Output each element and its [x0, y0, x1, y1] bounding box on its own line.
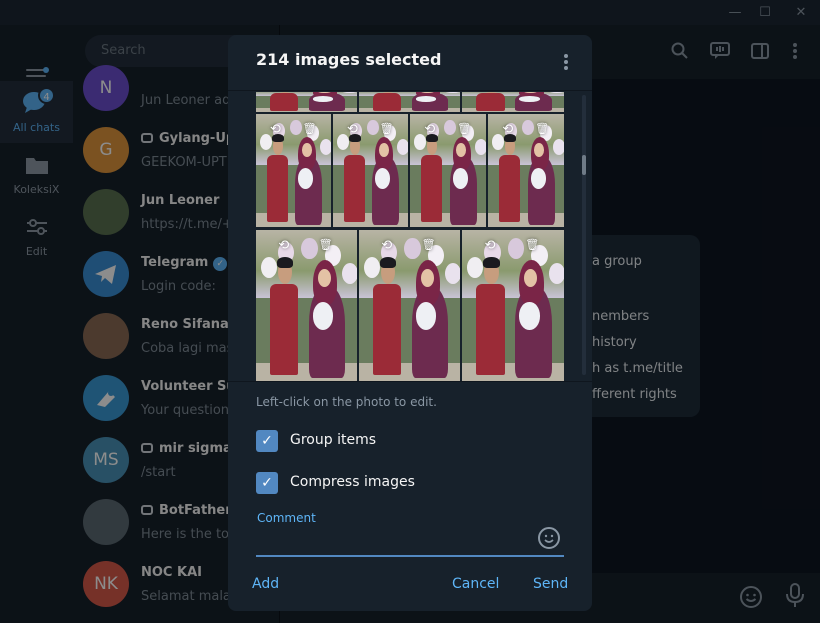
rotate-icon[interactable]: ⟲ — [381, 238, 392, 253]
trash-icon[interactable]: 🗑 — [319, 238, 333, 251]
divider — [228, 90, 592, 91]
cancel-button[interactable]: Cancel — [452, 576, 499, 592]
photo-detail — [343, 154, 365, 223]
photo-thumbnail[interactable]: ⟲ 🗑 — [462, 230, 564, 381]
comment-input[interactable] — [256, 527, 564, 557]
trash-icon[interactable]: 🗑 — [457, 122, 471, 135]
trash-icon[interactable]: 🗑 — [525, 238, 539, 251]
photo-detail — [319, 138, 331, 155]
photo-detail — [277, 257, 294, 268]
photo-detail — [341, 263, 357, 285]
photo-detail — [266, 154, 288, 223]
photo-detail — [519, 302, 540, 330]
group-items-option[interactable]: ✓ Group items — [256, 428, 556, 454]
photo-detail — [380, 257, 397, 268]
photo-thumbnail[interactable] — [462, 92, 564, 112]
photo-detail — [519, 96, 540, 102]
photo-detail — [373, 284, 402, 375]
photo-thumbnail[interactable]: ⟲ 🗑 — [359, 230, 460, 381]
photo-detail — [289, 119, 302, 136]
photo-detail — [298, 168, 313, 189]
rotate-icon[interactable]: ⟲ — [270, 122, 281, 137]
image-grid: ⟲ 🗑 ⟲ 🗑 ⟲ 🗑 ⟲ 🗑 ⟲ 🗑 ⟲ 🗑 ⟲ 🗑 — [256, 92, 564, 381]
photo-thumbnail[interactable]: ⟲ 🗑 — [410, 114, 486, 227]
photo-detail — [375, 168, 390, 189]
photo-detail — [420, 269, 434, 288]
photo-detail — [301, 143, 312, 157]
send-button[interactable]: Send — [533, 576, 568, 592]
dialog-menu-icon[interactable] — [560, 54, 572, 72]
photo-thumbnail[interactable]: ⟲ 🗑 — [256, 114, 331, 227]
send-images-dialog: 214 images selected ⟲ 🗑 ⟲ 🗑 ⟲ 🗑 ⟲ 🗑 ⟲ 🗑 ⟲ 🗑 ⟲ 🗑 Left-… — [228, 35, 592, 611]
photo-thumbnail[interactable]: ⟲ 🗑 — [488, 114, 564, 227]
trash-icon[interactable]: 🗑 — [535, 122, 549, 135]
emoji-icon[interactable] — [538, 527, 560, 549]
trash-icon[interactable]: 🗑 — [380, 122, 394, 135]
photo-detail — [452, 168, 468, 189]
photo-detail — [378, 143, 389, 157]
photo-detail — [366, 119, 379, 136]
add-button[interactable]: Add — [252, 576, 279, 592]
photo-detail — [476, 284, 505, 375]
scrollbar-track[interactable] — [582, 95, 586, 375]
photo-detail — [415, 302, 436, 330]
divider — [228, 381, 592, 382]
photo-thumbnail[interactable] — [359, 92, 460, 112]
photo-detail — [301, 237, 318, 259]
photo-detail — [530, 168, 546, 189]
rotate-icon[interactable]: ⟲ — [502, 122, 513, 137]
photo-detail — [420, 154, 442, 223]
photo-detail — [444, 263, 460, 285]
photo-detail — [270, 284, 299, 375]
group-items-checkbox[interactable]: ✓ — [256, 430, 278, 452]
photo-detail — [270, 92, 299, 111]
photo-detail — [373, 92, 402, 111]
photo-thumbnail[interactable]: ⟲ 🗑 — [333, 114, 408, 227]
photo-detail — [476, 92, 505, 111]
compress-images-option[interactable]: ✓ Compress images — [256, 470, 556, 496]
photo-detail — [507, 237, 525, 259]
trash-icon[interactable]: 🗑 — [422, 238, 436, 251]
photo-detail — [404, 237, 421, 259]
photo-detail — [415, 96, 436, 102]
comment-label: Comment — [257, 511, 316, 525]
photo-detail — [552, 138, 564, 155]
photo-detail — [548, 263, 564, 285]
photo-detail — [498, 154, 520, 223]
photo-thumbnail[interactable]: ⟲ 🗑 — [256, 230, 357, 381]
rotate-icon[interactable]: ⟲ — [424, 122, 435, 137]
group-items-label: Group items — [290, 432, 376, 448]
rotate-icon[interactable]: ⟲ — [278, 238, 289, 253]
photo-detail — [483, 257, 500, 268]
photo-detail — [312, 96, 333, 102]
photo-detail — [474, 138, 486, 155]
photo-detail — [312, 302, 333, 330]
scrollbar-thumb[interactable] — [582, 155, 586, 175]
compress-images-checkbox[interactable]: ✓ — [256, 472, 278, 494]
rotate-icon[interactable]: ⟲ — [347, 122, 358, 137]
trash-icon[interactable]: 🗑 — [303, 122, 317, 135]
photo-detail — [396, 138, 408, 155]
rotate-icon[interactable]: ⟲ — [485, 238, 496, 253]
dialog-title: 214 images selected — [256, 50, 442, 69]
edit-hint: Left-click on the photo to edit. — [256, 395, 437, 409]
photo-detail — [317, 269, 331, 288]
compress-images-label: Compress images — [290, 474, 415, 490]
photo-thumbnail[interactable] — [256, 92, 357, 112]
